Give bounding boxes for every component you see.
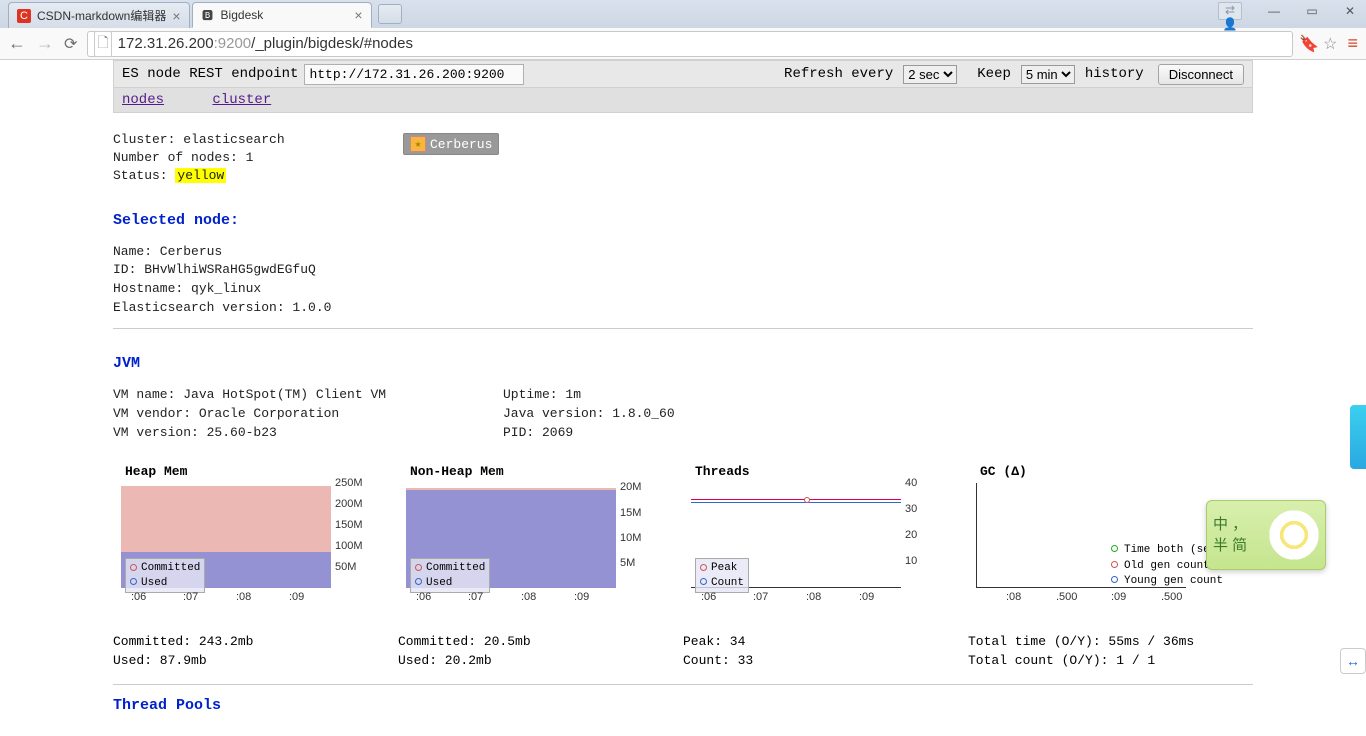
divider bbox=[113, 328, 1253, 329]
bookmark-star-icon[interactable]: ☆ bbox=[1323, 34, 1337, 54]
page-icon: 🗋 bbox=[94, 31, 111, 57]
thread-pools-heading: Thread Pools bbox=[113, 697, 1253, 714]
translate-icon[interactable]: 🔖 bbox=[1299, 34, 1319, 54]
y-axis: 250M 200M 150M 100M 50M bbox=[335, 477, 380, 593]
chart-nonheap: Non-Heap Mem Committed Used 20M bbox=[398, 464, 683, 669]
node-es-version: Elasticsearch version: 1.0.0 bbox=[113, 299, 1253, 318]
y-axis: 20M 15M 10M 5M bbox=[620, 477, 665, 593]
selected-node-heading: Selected node: bbox=[113, 212, 1253, 229]
endpoint-label: ES node REST endpoint bbox=[122, 66, 298, 82]
cluster-node-count: Number of nodes: 1 bbox=[113, 149, 403, 167]
chart-stats: Committed: 20.5mb Used: 20.2mb bbox=[398, 633, 683, 669]
jvm-heading: JVM bbox=[113, 355, 1253, 372]
vm-name: VM name: Java HotSpot(TM) Client VM bbox=[113, 386, 503, 405]
url-host: 172.31.26.200 bbox=[118, 35, 214, 52]
x-axis: :06 :07 :08 :09 bbox=[691, 591, 901, 605]
cluster-link[interactable]: cluster bbox=[212, 92, 271, 108]
chart-threads: Threads Peak Count 40 bbox=[683, 464, 968, 669]
back-button[interactable]: ← bbox=[8, 33, 26, 54]
nodes-link[interactable]: nodes bbox=[122, 92, 164, 108]
keep-select[interactable]: 5 min bbox=[1021, 65, 1075, 84]
side-widget[interactable] bbox=[1350, 405, 1366, 469]
node-chip[interactable]: ★ Cerberus bbox=[403, 133, 499, 155]
flower-icon bbox=[1269, 510, 1319, 560]
ime-text: 中 ， 半 简 bbox=[1213, 514, 1247, 556]
jvm-block: VM name: Java HotSpot(TM) Client VM VM v… bbox=[113, 386, 1253, 443]
node-hostname: Hostname: qyk_linux bbox=[113, 280, 1253, 299]
java-version: Java version: 1.8.0_60 bbox=[503, 405, 893, 424]
y-axis: 40 30 20 10 bbox=[905, 477, 950, 593]
divider bbox=[113, 684, 1253, 685]
pid: PID: 2069 bbox=[503, 424, 893, 443]
tab-title: Bigdesk bbox=[221, 8, 349, 22]
selected-node-block: Name: Cerberus ID: BHvWlhiWSRaHG5gwdEGfu… bbox=[113, 243, 1253, 318]
tab-bar: C CSDN-markdown编辑器 × 🅱 Bigdesk × ⇄👤 — ▭ … bbox=[0, 0, 1366, 28]
gc-yaxis-line bbox=[976, 483, 977, 588]
url-port: :9200 bbox=[214, 35, 252, 52]
cluster-info: Cluster: elasticsearch Number of nodes: … bbox=[113, 131, 403, 186]
node-id: ID: BHvWlhiWSRaHG5gwdEGfuQ bbox=[113, 261, 1253, 280]
chart-stats: Committed: 243.2mb Used: 87.9mb bbox=[113, 633, 398, 669]
node-chip-label: Cerberus bbox=[430, 137, 492, 152]
node-name: Name: Cerberus bbox=[113, 243, 1253, 262]
reload-button[interactable]: ⟳ bbox=[64, 34, 77, 54]
address-bar: ← → ⟳ 🗋 172.31.26.200:9200/_plugin/bigde… bbox=[0, 28, 1366, 60]
window-minimize-icon[interactable]: — bbox=[1262, 4, 1286, 18]
chart-legend: Committed Used bbox=[410, 558, 490, 593]
chart-legend: Committed Used bbox=[125, 558, 205, 593]
x-axis: :06 :07 :08 :09 bbox=[121, 591, 331, 605]
bigdesk-toolbar: ES node REST endpoint Refresh every 2 se… bbox=[113, 60, 1253, 88]
master-star-icon: ★ bbox=[410, 136, 426, 152]
window-close-icon[interactable]: ✕ bbox=[1338, 4, 1362, 18]
omnibox[interactable]: 🗋 172.31.26.200:9200/_plugin/bigdesk/#no… bbox=[87, 31, 1293, 57]
chart-stats: Peak: 34 Count: 33 bbox=[683, 633, 968, 669]
status-badge: yellow bbox=[175, 168, 226, 183]
tab-close-icon[interactable]: × bbox=[354, 8, 362, 22]
tab-close-icon[interactable]: × bbox=[172, 9, 180, 23]
threads-peak-line bbox=[691, 499, 901, 500]
vm-version: VM version: 25.60-b23 bbox=[113, 424, 503, 443]
tab-bigdesk[interactable]: 🅱 Bigdesk × bbox=[192, 2, 372, 28]
cluster-name: Cluster: elasticsearch bbox=[113, 131, 403, 149]
x-axis: :06 :07 :08 :09 bbox=[406, 591, 616, 605]
chrome-menu-icon[interactable]: ≡ bbox=[1347, 33, 1358, 54]
favicon-csdn: C bbox=[17, 9, 31, 23]
forward-button[interactable]: → bbox=[36, 33, 54, 54]
chart-stats: Total time (O/Y): 55ms / 36ms Total coun… bbox=[968, 633, 1253, 669]
vm-vendor: VM vendor: Oracle Corporation bbox=[113, 405, 503, 424]
url-path: /_plugin/bigdesk/#nodes bbox=[251, 35, 413, 52]
cluster-status: Status: yellow bbox=[113, 167, 403, 185]
endpoint-input[interactable] bbox=[304, 64, 524, 85]
window-maximize-icon[interactable]: ▭ bbox=[1300, 4, 1324, 18]
marker-icon bbox=[804, 497, 810, 503]
tab-csdn[interactable]: C CSDN-markdown编辑器 × bbox=[8, 2, 190, 28]
ime-widget[interactable]: 中 ， 半 简 bbox=[1206, 500, 1326, 570]
new-tab-button[interactable] bbox=[378, 4, 402, 24]
tab-title: CSDN-markdown编辑器 bbox=[37, 7, 166, 24]
teamviewer-icon[interactable]: ↔ bbox=[1340, 648, 1366, 674]
x-axis: :08 .500 :09 .500 bbox=[976, 591, 1186, 605]
profile-chip[interactable]: ⇄👤 bbox=[1218, 2, 1242, 20]
subnav: nodes cluster bbox=[113, 88, 1253, 113]
chart-legend: Peak Count bbox=[695, 558, 749, 593]
chart-title: GC (Δ) bbox=[980, 464, 1253, 479]
disconnect-button[interactable]: Disconnect bbox=[1158, 64, 1244, 85]
refresh-label: Refresh every bbox=[784, 66, 893, 82]
refresh-select[interactable]: 2 sec bbox=[903, 65, 957, 84]
uptime: Uptime: 1m bbox=[503, 386, 893, 405]
favicon-bigdesk: 🅱 bbox=[201, 8, 215, 22]
keep-label: Keep bbox=[977, 66, 1011, 82]
window-controls: ⇄👤 — ▭ ✕ bbox=[1218, 2, 1362, 20]
history-label: history bbox=[1085, 66, 1144, 82]
chart-heap: Heap Mem Committed Used 250M 2 bbox=[113, 464, 398, 669]
threads-count-line bbox=[691, 502, 901, 503]
